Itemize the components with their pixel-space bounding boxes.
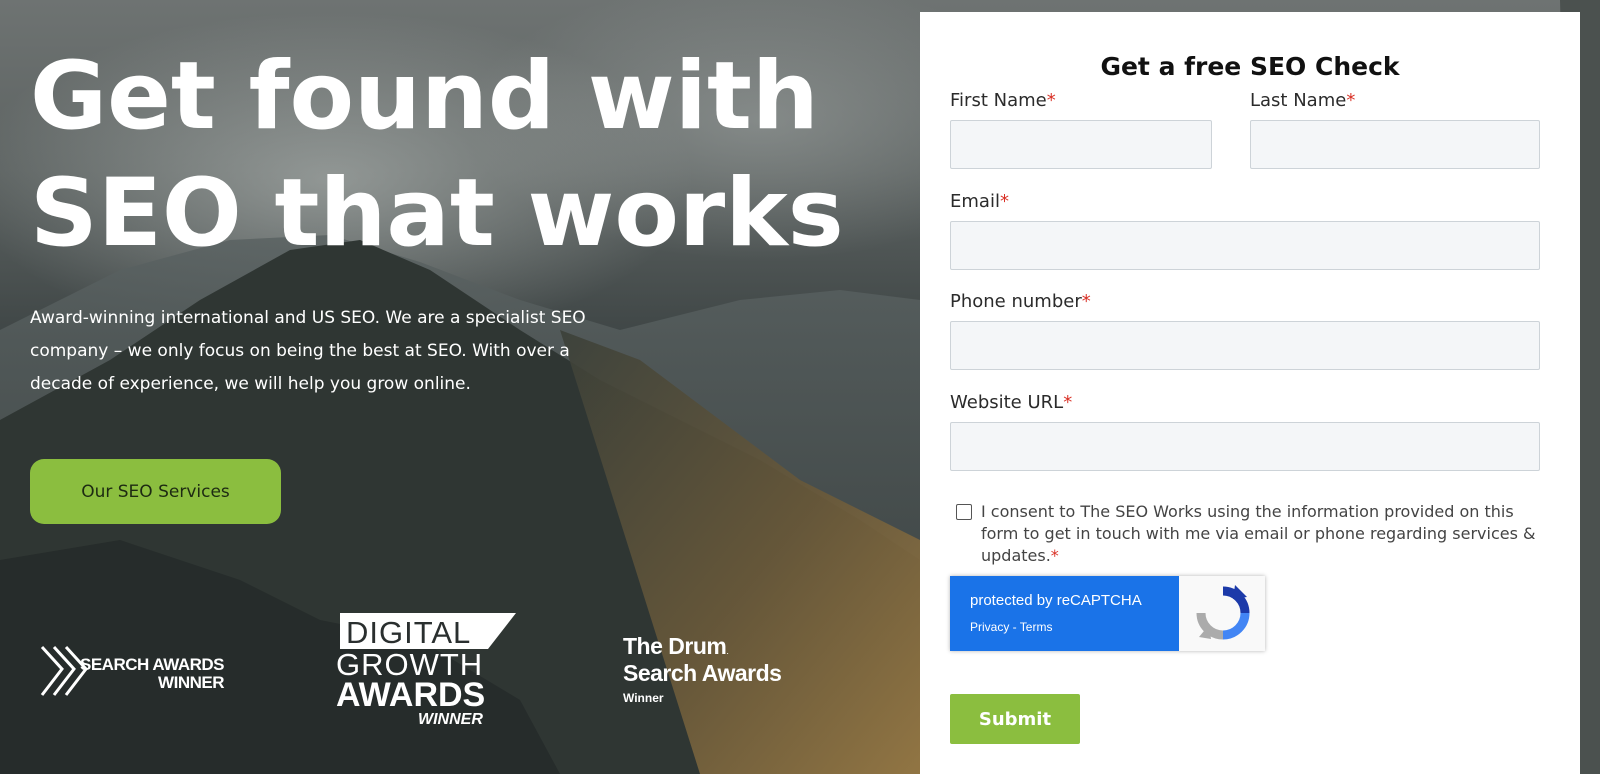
- search-awards-line-2: WINNER: [158, 673, 224, 692]
- recaptcha-protected-text: protected by reCAPTCHA: [970, 592, 1142, 609]
- drum-name: The Drum: [623, 633, 727, 659]
- last-name-input[interactable]: [1250, 120, 1540, 169]
- recaptcha-logo-icon: [1196, 585, 1250, 640]
- hero-intro-text: Award-winning international and US SEO. …: [30, 308, 586, 394]
- digital-growth-line-3: AWARDS: [336, 676, 486, 714]
- seo-check-form: Get a free SEO Check First Name* Last Na…: [920, 12, 1580, 774]
- consent-label: I consent to The SEO Works using the inf…: [981, 501, 1541, 567]
- our-seo-services-button[interactable]: Our SEO Services: [30, 459, 281, 524]
- hero-headline: Get found with SEO that works: [30, 38, 860, 272]
- search-awards-line-1: SEARCH AWARDS: [80, 655, 225, 674]
- last-name-label-text: Last Name: [1250, 90, 1347, 111]
- required-mark: *: [1046, 90, 1056, 111]
- submit-button[interactable]: Submit: [950, 694, 1080, 744]
- first-name-label: First Name*: [950, 90, 1056, 111]
- required-mark: *: [1346, 90, 1356, 111]
- required-mark: *: [1063, 392, 1073, 413]
- search-awards-winner-badge: SEARCH AWARDS WINNER: [38, 643, 238, 699]
- website-url-input[interactable]: [950, 422, 1540, 471]
- recaptcha-privacy-terms-link[interactable]: Privacy - Terms: [970, 620, 1052, 634]
- phone-input[interactable]: [950, 321, 1540, 370]
- digital-growth-line-1: DIGITAL: [346, 615, 472, 650]
- first-name-input[interactable]: [950, 120, 1212, 169]
- consent-checkbox[interactable]: [956, 504, 972, 520]
- drum-line-2: Search Awards: [623, 660, 782, 686]
- digital-growth-awards-badge: DIGITAL GROWTH AWARDS WINNER: [336, 613, 516, 731]
- phone-label: Phone number*: [950, 291, 1091, 312]
- phone-label-text: Phone number: [950, 291, 1082, 312]
- required-mark: *: [1050, 546, 1059, 565]
- required-mark: *: [1081, 291, 1091, 312]
- required-mark: *: [999, 191, 1009, 212]
- website-label-text: Website URL: [950, 392, 1064, 413]
- recaptcha-widget[interactable]: protected by reCAPTCHA Privacy - Terms: [950, 576, 1265, 651]
- last-name-label: Last Name*: [1250, 90, 1355, 111]
- email-label-text: Email: [950, 191, 1000, 212]
- first-name-label-text: First Name: [950, 90, 1047, 111]
- email-label: Email*: [950, 191, 1009, 212]
- form-title: Get a free SEO Check: [1100, 52, 1400, 81]
- headline-line-1: Get found with: [30, 42, 819, 151]
- the-drum-search-awards-badge: The Drum. Search Awards Winner: [623, 633, 823, 713]
- recaptcha-badge-panel: [950, 576, 1179, 651]
- email-input[interactable]: [950, 221, 1540, 270]
- drum-line-3: Winner: [623, 691, 664, 705]
- digital-growth-line-4: WINNER: [418, 711, 483, 728]
- website-url-label: Website URL*: [950, 392, 1072, 413]
- consent-text: I consent to The SEO Works using the inf…: [981, 502, 1536, 565]
- headline-line-2: SEO that works: [30, 159, 844, 268]
- drum-mark: .: [726, 646, 729, 656]
- drum-line-1: The Drum.: [623, 633, 729, 660]
